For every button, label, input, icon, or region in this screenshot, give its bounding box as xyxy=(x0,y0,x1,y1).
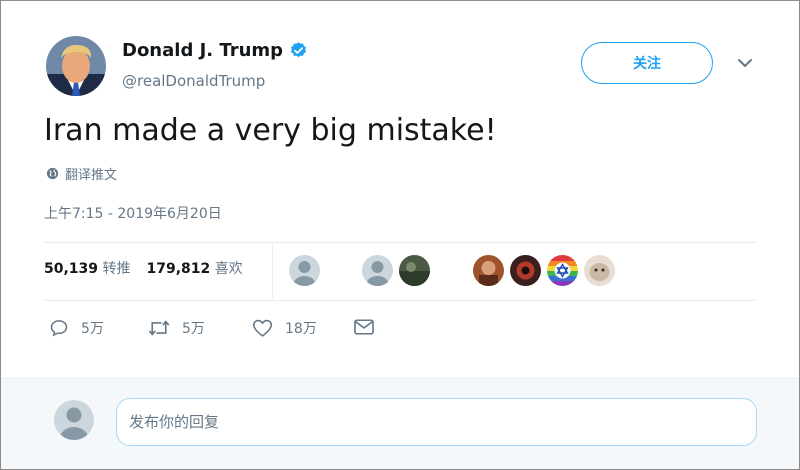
liker-avatar[interactable] xyxy=(584,255,615,286)
tweet-timestamp[interactable]: 上午7:15 - 2019年6月20日 xyxy=(44,203,222,223)
likes-label[interactable]: 喜欢 xyxy=(215,261,243,277)
author-avatar[interactable] xyxy=(46,36,106,96)
retweet-icon xyxy=(148,320,170,336)
envelope-icon xyxy=(354,319,374,335)
retweet-button[interactable]: 5万 xyxy=(148,318,205,338)
translate-tweet-link[interactable]: 翻译推文 xyxy=(46,164,117,183)
stats-separator xyxy=(272,243,273,299)
divider-top xyxy=(44,242,756,243)
reply-count[interactable]: 5万 xyxy=(81,318,104,338)
retweet-count[interactable]: 5万 xyxy=(182,318,205,338)
direct-message-button[interactable] xyxy=(353,318,387,336)
chevron-down-icon[interactable] xyxy=(736,56,754,70)
author-name-row[interactable]: Donald J. Trump xyxy=(122,40,308,61)
author-name[interactable]: Donald J. Trump xyxy=(122,40,283,61)
likes-stat[interactable]: 179,812 喜欢 xyxy=(146,258,242,278)
liker-avatar[interactable] xyxy=(362,255,393,286)
retweets-label[interactable]: 转推 xyxy=(102,261,130,277)
liker-avatar[interactable] xyxy=(473,255,504,286)
retweets-stat[interactable]: 50,139 转推 xyxy=(44,258,130,278)
heart-icon xyxy=(252,319,273,337)
liker-avatar[interactable] xyxy=(399,255,430,286)
reply-input[interactable] xyxy=(116,398,757,446)
like-button[interactable]: 18万 xyxy=(252,318,317,338)
reply-icon xyxy=(50,320,68,337)
follow-button[interactable]: 关注 xyxy=(581,42,713,84)
divider-bottom xyxy=(44,300,756,301)
tweet-text: Iran made a very big mistake! xyxy=(44,113,497,148)
liker-avatar[interactable] xyxy=(289,255,320,286)
verified-badge-icon xyxy=(291,42,307,58)
likes-count[interactable]: 179,812 xyxy=(146,261,210,277)
tweet-stats: 50,139 转推 179,812 喜欢 xyxy=(44,258,259,278)
current-user-avatar xyxy=(54,400,94,440)
retweets-count[interactable]: 50,139 xyxy=(44,261,98,277)
author-handle[interactable]: @realDonaldTrump xyxy=(122,72,265,90)
translate-label[interactable]: 翻译推文 xyxy=(65,164,117,183)
liker-avatar[interactable] xyxy=(547,255,578,286)
like-count[interactable]: 18万 xyxy=(285,318,317,338)
globe-icon xyxy=(46,167,59,180)
liker-avatar[interactable] xyxy=(510,255,541,286)
reply-button[interactable]: 5万 xyxy=(49,318,104,338)
